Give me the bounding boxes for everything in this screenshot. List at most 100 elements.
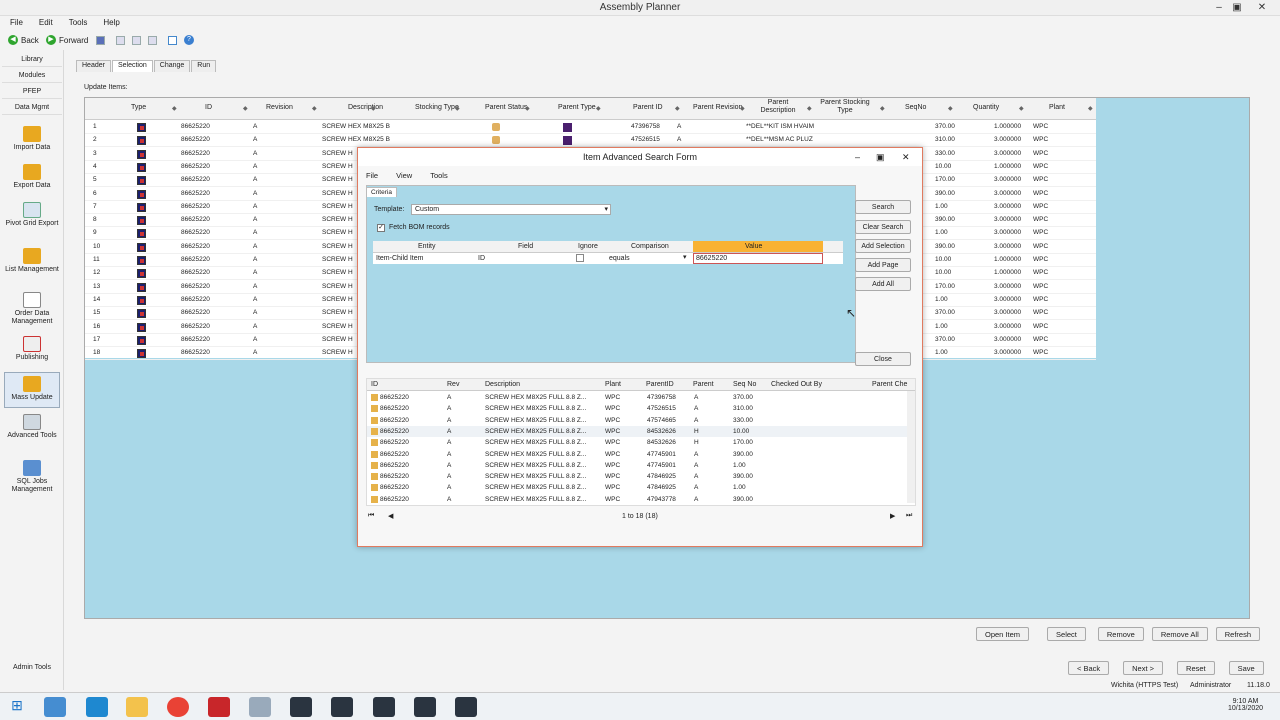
file-explorer-icon[interactable]: [126, 697, 148, 717]
add-all-button[interactable]: Add All: [855, 277, 911, 291]
tab-change[interactable]: Change: [153, 60, 191, 72]
sidebar-tab-data-mgmt[interactable]: Data Mgmt: [2, 100, 62, 115]
template-select[interactable]: Custom ▾: [411, 204, 611, 215]
col-id[interactable]: ID: [205, 104, 212, 111]
menu-tools[interactable]: Tools: [59, 16, 94, 27]
comparison-chevron-icon[interactable]: ▾: [683, 253, 687, 261]
back-nav-button[interactable]: < Back: [1068, 661, 1110, 675]
help-icon[interactable]: ?: [184, 34, 194, 46]
menu-help[interactable]: Help: [93, 16, 125, 27]
list-item[interactable]: 86625220 A SCREW HEX M8X25 FULL 8.8 Z... WP…: [367, 460, 907, 471]
list-item[interactable]: 86625220 A SCREW HEX M8X25 FULL 8.8 Z... WP…: [367, 494, 907, 505]
col-stocking-type[interactable]: Stocking Type: [415, 104, 459, 111]
col-plant[interactable]: Plant: [1049, 104, 1065, 111]
col-revision[interactable]: Revision: [266, 104, 293, 111]
list-item[interactable]: 86625220 A SCREW HEX M8X25 FULL 8.8 Z... WP…: [367, 449, 907, 460]
table-row[interactable]: 2 86625220 A SCREW HEX M8X25 B 47526515 A **DE…: [85, 134, 1096, 148]
forward-button[interactable]: ▶ Forward: [46, 34, 88, 46]
list-item[interactable]: 86625220 A SCREW HEX M8X25 FULL 8.8 Z... WP…: [367, 471, 907, 482]
list-item[interactable]: 86625220 A SCREW HEX M8X25 FULL 8.8 Z... WP…: [367, 415, 907, 426]
copy-icon[interactable]: [132, 34, 141, 46]
col-type[interactable]: Type: [131, 104, 146, 111]
list-item[interactable]: 86625220 A SCREW HEX M8X25 FULL 8.8 Z... WP…: [367, 482, 907, 493]
crit-ignore-checkbox[interactable]: [576, 254, 584, 262]
open-item-button[interactable]: Open Item: [976, 627, 1030, 641]
list-item[interactable]: 86625220 A SCREW HEX M8X25 FULL 8.8 Z... WP…: [367, 392, 907, 403]
sidebar-item-pivot-grid-export[interactable]: Pivot Grid Export: [4, 202, 60, 228]
sidebar-tab-library[interactable]: Library: [2, 52, 62, 67]
res-col-id[interactable]: ID: [371, 381, 378, 388]
clock[interactable]: 9:10 AM 10/13/2020: [1228, 698, 1263, 712]
sidebar-item-import-data[interactable]: Import Data: [4, 126, 60, 152]
add-selection-button[interactable]: Add Selection: [855, 239, 911, 253]
crit-comparison[interactable]: equals: [609, 255, 630, 262]
col-quantity[interactable]: Quantity: [973, 104, 999, 111]
first-page-icon[interactable]: ⏮: [368, 512, 374, 520]
col-parent-type[interactable]: Parent Type: [558, 104, 596, 111]
app-icon-2[interactable]: [331, 697, 353, 717]
sidebar-tab-modules[interactable]: Modules: [2, 68, 62, 83]
select-button[interactable]: Select: [1047, 627, 1086, 641]
back-button[interactable]: ◀ Back: [8, 34, 39, 46]
res-col-parent-che[interactable]: Parent Che: [872, 381, 907, 388]
tab-selection[interactable]: Selection: [111, 60, 153, 72]
app-icon-4[interactable]: [414, 697, 436, 717]
dialog-menu-view[interactable]: View: [396, 171, 412, 180]
dialog-minimize-icon[interactable]: –: [855, 148, 860, 166]
res-col-plant[interactable]: Plant: [605, 381, 621, 388]
app-icon-1[interactable]: [290, 697, 312, 717]
clear-search-button[interactable]: Clear Search: [855, 220, 911, 234]
list-item[interactable]: 86625220 A SCREW HEX M8X25 FULL 8.8 Z... WP…: [367, 403, 907, 414]
sidebar-item-list-management[interactable]: List Management: [4, 248, 60, 274]
sidebar-item-order-data-management[interactable]: Order Data Management: [4, 292, 60, 326]
table-row[interactable]: 1 86625220 A SCREW HEX M8X25 B 47396758 A **DE…: [85, 121, 1096, 134]
sidebar-item-advanced-tools[interactable]: Advanced Tools: [4, 414, 60, 440]
results-scrollbar[interactable]: [907, 391, 915, 503]
res-col-parentid[interactable]: ParentID: [646, 381, 674, 388]
col-seqno[interactable]: SeqNo: [905, 104, 926, 111]
tab-header[interactable]: Header: [76, 60, 111, 72]
criteria-tab[interactable]: Criteria: [366, 187, 397, 197]
remove-all-button[interactable]: Remove All: [1151, 627, 1208, 641]
menu-file[interactable]: File: [0, 16, 29, 27]
minimize-icon[interactable]: –: [1212, 2, 1226, 14]
next-button[interactable]: Next >: [1123, 661, 1164, 675]
save-icon[interactable]: [96, 34, 105, 46]
search-button[interactable]: Search: [855, 200, 911, 214]
prev-page-icon[interactable]: ◀: [388, 512, 393, 520]
sidebar-item-mass-update[interactable]: Mass Update: [4, 372, 60, 408]
list-item[interactable]: 86625220 A SCREW HEX M8X25 FULL 8.8 Z... WP…: [367, 425, 907, 437]
taskview-icon[interactable]: [44, 697, 66, 717]
save-button[interactable]: Save: [1228, 661, 1264, 675]
col-parent-id[interactable]: Parent ID: [633, 104, 663, 111]
res-col-checked-out-by[interactable]: Checked Out By: [771, 381, 822, 388]
res-col-parent[interactable]: Parent: [693, 381, 714, 388]
col-description[interactable]: Description: [348, 104, 383, 111]
col-parent-status[interactable]: Parent Status: [485, 104, 527, 111]
add-page-button[interactable]: Add Page: [855, 258, 911, 272]
remove-button[interactable]: Remove: [1097, 627, 1144, 641]
res-col-rev[interactable]: Rev: [447, 381, 459, 388]
sidebar-item-publishing[interactable]: Publishing: [4, 336, 60, 362]
col-parent-stocking-type[interactable]: Parent Stocking Type: [815, 99, 875, 115]
dialog-close-icon[interactable]: ✕: [902, 148, 910, 166]
fetch-bom-checkbox[interactable]: ✓: [377, 224, 385, 232]
reset-button[interactable]: Reset: [1177, 661, 1215, 675]
next-page-icon[interactable]: ▶: [890, 512, 895, 520]
paste-icon[interactable]: [148, 34, 157, 46]
dialog-menu-file[interactable]: File: [366, 171, 378, 180]
restore-icon[interactable]: ▣: [1230, 2, 1244, 14]
filezilla-icon[interactable]: [208, 697, 230, 717]
app-icon-5[interactable]: [455, 697, 477, 717]
close-button[interactable]: Close: [855, 352, 911, 366]
criteria-row[interactable]: Item-Child Item ID equals ▾ 86625220: [373, 253, 843, 264]
sidebar-tab-pfep[interactable]: PFEP: [2, 84, 62, 99]
cut-icon[interactable]: [116, 34, 125, 46]
menu-edit[interactable]: Edit: [29, 16, 59, 27]
list-item[interactable]: 86625220 A SCREW HEX M8X25 FULL 8.8 Z... WP…: [367, 437, 907, 448]
dialog-restore-icon[interactable]: ▣: [876, 148, 885, 166]
network-icon[interactable]: [249, 697, 271, 717]
tab-run[interactable]: Run: [191, 60, 217, 72]
dialog-menu-tools[interactable]: Tools: [430, 171, 448, 180]
sidebar-item-sql-jobs-management[interactable]: SQL Jobs Management: [4, 460, 60, 494]
